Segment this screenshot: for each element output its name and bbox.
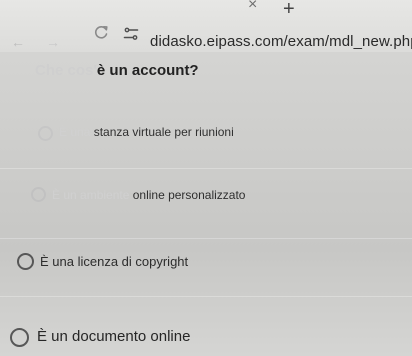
address-bar-url[interactable]: didasko.eipass.com/exam/mdl_new.php [150, 33, 412, 50]
radio-icon[interactable] [10, 328, 29, 347]
question-title: Che cos'è un account? [35, 62, 199, 79]
radio-icon[interactable] [38, 126, 53, 141]
radio-icon[interactable] [17, 253, 34, 270]
back-icon[interactable]: ← [11, 34, 25, 50]
divider [0, 238, 412, 239]
answer-option-4-label: È un documento online [37, 328, 191, 345]
question-faded-prefix: Che cos' [35, 62, 97, 79]
answer-option-1-label: È una stanza virtuale per riunioni [59, 125, 234, 139]
answer-option-2[interactable]: È un ambiente online personalizzato [0, 184, 412, 214]
question-text: è un account? [96, 62, 199, 79]
answer-option-3-label: È una licenza di copyright [40, 254, 189, 269]
answer-option-4[interactable]: È un documento online [0, 325, 412, 355]
divider [0, 168, 412, 169]
answer-option-2-label: È un ambiente online personalizzato [52, 188, 245, 202]
new-tab-icon[interactable]: + [283, 0, 295, 21]
radio-icon[interactable] [31, 187, 46, 202]
tune-icon[interactable] [122, 26, 140, 42]
browser-toolbar: × + ← → didasko.eipass.com/exam/mdl_new.… [0, 0, 412, 52]
close-tab-icon[interactable]: × [248, 0, 257, 14]
reload-icon[interactable] [93, 24, 109, 40]
answer-option-2-text: online personalizzato [129, 188, 246, 202]
answer-option-2-faded-prefix: È un ambiente [52, 188, 130, 202]
answer-option-3[interactable]: È una licenza di copyright [0, 251, 412, 281]
answer-option-1[interactable]: È una stanza virtuale per riunioni [0, 120, 412, 150]
answer-option-1-text: stanza virtuale per riunioni [90, 125, 234, 139]
divider [0, 296, 412, 297]
forward-icon[interactable]: → [46, 34, 60, 50]
answer-option-1-faded-prefix: È una [59, 125, 91, 139]
